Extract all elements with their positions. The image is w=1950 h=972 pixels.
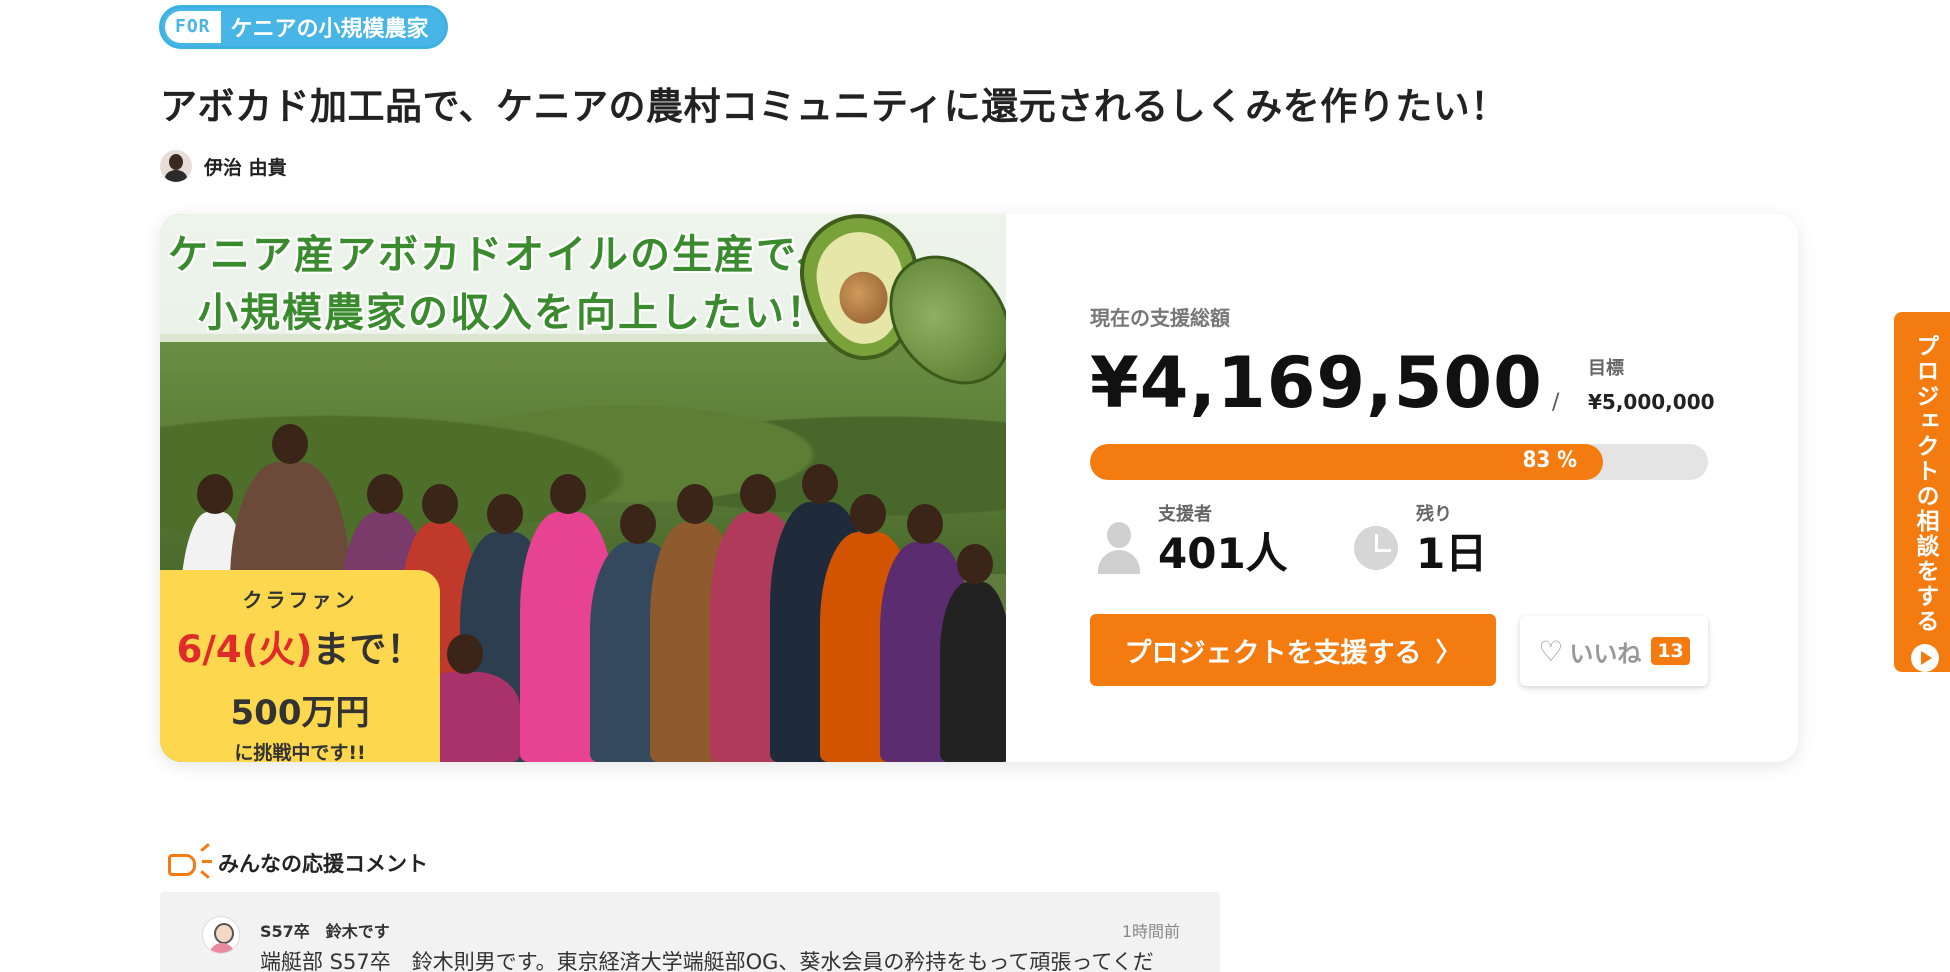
commenter-name: S57卒 鈴木です xyxy=(260,922,390,941)
consult-tab-label: プロジェクトの相談をする xyxy=(1912,334,1938,634)
hero-person-head xyxy=(197,474,233,514)
promo-amount: 500万円 xyxy=(230,693,370,733)
support-project-button[interactable]: プロジェクトを支援する 〉 xyxy=(1090,614,1496,686)
hero-person-head xyxy=(549,474,586,514)
for-target-text: ケニアの小規模農家 xyxy=(230,17,429,42)
hero-headline-line1: ケニア産アボカドオイルの生産で、 xyxy=(168,232,839,278)
goal-separator: / xyxy=(1552,390,1560,415)
hero-person-head xyxy=(677,484,713,524)
hero-person-head xyxy=(802,464,838,504)
chevron-right-icon: 〉 xyxy=(1435,637,1462,668)
like-count-badge: 13 xyxy=(1651,637,1690,665)
heart-icon: ♡ xyxy=(1538,634,1564,668)
play-circle-icon xyxy=(1911,644,1939,672)
comment-text: 端艇部 S57卒 鈴木則男です。東京経済大学端艇部OG、葵水会員の矜持をもって頑… xyxy=(260,950,1154,972)
hero-person-head xyxy=(272,424,308,464)
promo-challenge: に挑戦中です!! xyxy=(234,742,366,762)
support-button-label: プロジェクトを支援する xyxy=(1124,637,1422,669)
hero-person-head xyxy=(907,504,943,544)
clock-icon xyxy=(1354,520,1400,576)
project-card: ケニア産アボカドオイルの生産で、 小規模農家の収入を向上したい！ クラファン 6… xyxy=(160,214,1798,762)
current-total-label: 現在の支援総額 xyxy=(1090,306,1230,330)
for-label: FOR xyxy=(165,11,221,43)
hero-person-head xyxy=(957,544,993,584)
page-title: アボカド加工品で、ケニアの農村コミュニティに還元されるしくみを作りたい！ xyxy=(160,85,1508,128)
hero-person-head xyxy=(619,504,656,544)
author-avatar xyxy=(160,150,192,182)
promo-deadline: 6/4(火)まで！ xyxy=(160,619,440,673)
funding-panel: 現在の支援総額 ¥4,169,500 / 目標 ¥5,000,000 83 % … xyxy=(1090,214,1730,762)
hero-headline-line2: 小規模農家の収入を向上したい！ xyxy=(198,290,828,336)
promo-box: クラファン 6/4(火)まで！ 500万円 に挑戦中です!! xyxy=(160,570,440,762)
hero-person-figure xyxy=(940,544,1006,762)
goal-label: 目標 xyxy=(1588,358,1624,379)
hero-image: ケニア産アボカドオイルの生産で、 小規模農家の収入を向上したい！ クラファン 6… xyxy=(160,214,1006,762)
for-target-tag[interactable]: FOR ケニアの小規模農家 xyxy=(159,5,448,49)
consult-project-tab[interactable]: プロジェクトの相談をする xyxy=(1894,312,1950,672)
author-name: 伊治 由貴 xyxy=(204,156,287,179)
promo-label: クラファン xyxy=(242,588,358,612)
remaining-days: 1日 xyxy=(1416,529,1488,578)
like-button[interactable]: ♡ いいね 13 xyxy=(1520,616,1708,686)
commenter-avatar xyxy=(202,916,240,954)
comments-section-title: みんなの応援コメント xyxy=(218,852,428,876)
hero-person-head xyxy=(422,484,458,524)
current-total-amount: ¥4,169,500 xyxy=(1090,342,1543,424)
comments-section-header: みんなの応援コメント xyxy=(164,842,428,884)
hero-headline: ケニア産アボカドオイルの生産で、 小規模農家の収入を向上したい！ xyxy=(168,226,838,342)
comment-item[interactable]: S57卒 鈴木です 1時間前 端艇部 S57卒 鈴木則男です。東京経済大学端艇部… xyxy=(160,892,1220,972)
comment-time: 1時間前 xyxy=(1121,922,1180,941)
funding-progress-fill: 83 % xyxy=(1090,444,1603,480)
funding-progress-percent: 83 % xyxy=(1522,448,1577,473)
goal-amount: ¥5,000,000 xyxy=(1588,390,1715,414)
supporters-count: 401人 xyxy=(1158,529,1288,578)
hero-person-head xyxy=(367,474,403,514)
hero-person-head xyxy=(739,474,776,514)
promo-date: 6/4(火) xyxy=(176,628,313,671)
like-label: いいね xyxy=(1569,639,1642,668)
hero-person-head xyxy=(487,494,523,534)
hero-person-head xyxy=(849,494,886,534)
promo-until: まで！ xyxy=(312,628,424,671)
megaphone-icon xyxy=(164,842,212,884)
person-icon xyxy=(1096,520,1142,576)
funding-progress-bar: 83 % xyxy=(1090,444,1708,480)
hero-person-head xyxy=(447,634,483,674)
project-author[interactable]: 伊治 由貴 xyxy=(160,150,287,182)
